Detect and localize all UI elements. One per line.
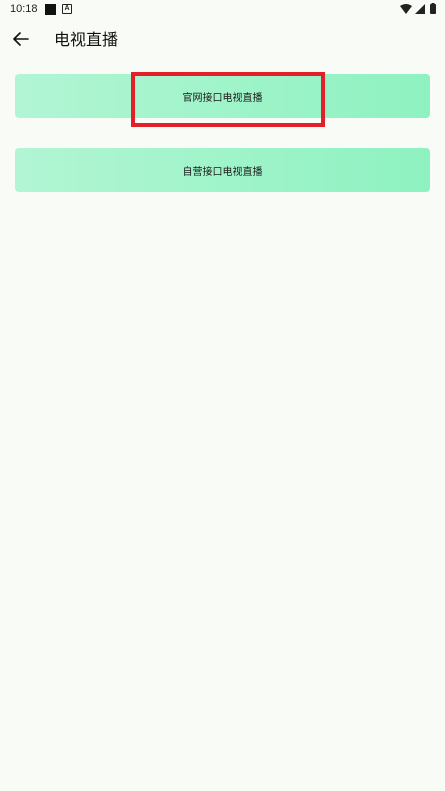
battery-icon [430, 4, 436, 14]
status-bar: 10:18 A [0, 0, 445, 20]
status-indicators [399, 3, 439, 16]
notification-a-icon: A [62, 4, 72, 14]
self-live-tv-label: 自营接口电视直播 [182, 166, 263, 178]
self-live-tv-button[interactable]: 自营接口电视直播 [15, 148, 430, 192]
wifi-icon [400, 4, 412, 14]
app-bar: 电视直播 [0, 20, 445, 60]
official-live-tv-label: 官网接口电视直播 [182, 92, 263, 104]
notification-square-icon [45, 4, 56, 15]
back-button[interactable] [8, 26, 34, 52]
arrow-left-icon [13, 32, 29, 46]
page-title: 电视直播 [54, 30, 119, 49]
official-live-tv-button[interactable]: 官网接口电视直播 [15, 74, 430, 118]
status-time: 10:18 [10, 3, 38, 15]
wifi-signal-battery-icons [400, 3, 436, 14]
signal-icon [415, 4, 425, 14]
